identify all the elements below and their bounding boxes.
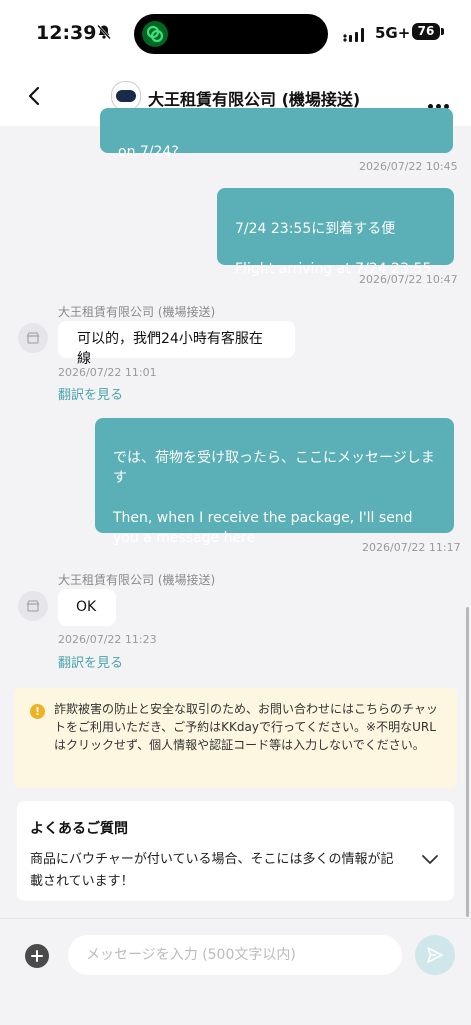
chat-title: 大王租賃有限公司 (機場接送) — [148, 90, 361, 109]
battery-tip — [441, 28, 444, 35]
translate-link[interactable]: 翻訳を見る — [58, 384, 123, 403]
company-logo — [111, 81, 141, 111]
info-icon: ! — [30, 704, 45, 719]
outgoing-message: on 7/24? — [100, 108, 453, 160]
faq-title: よくあるご質問 — [30, 821, 128, 837]
message-text: 可以的，我們24小時有客服在線 — [77, 331, 263, 367]
incoming-message: OK — [58, 589, 116, 626]
message-text: OK — [76, 599, 97, 615]
message-timestamp: 2026/07/22 10:45 — [359, 160, 458, 173]
store-icon — [26, 332, 40, 344]
incoming-message: 可以的，我們24小時有客服在線 — [58, 321, 295, 367]
plus-icon[interactable] — [25, 944, 49, 968]
faq-card[interactable]: よくあるご質問 商品にバウチャーが付いている場合、そこには多くの情報が記載されて… — [17, 801, 454, 901]
message-text: 7/24 23:55に到着する便 Flight arriving at 7/24… — [235, 221, 432, 277]
back-chevron-icon[interactable] — [24, 84, 44, 112]
message-timestamp: 2026/07/22 11:01 — [58, 366, 157, 379]
status-bar: 12:39 5G+ 76 — [0, 0, 471, 66]
battery-level: 76 — [412, 23, 440, 40]
mute-bell-icon — [96, 24, 112, 44]
chevron-down-icon[interactable] — [421, 851, 439, 870]
message-timestamp: 2026/07/22 11:17 — [362, 541, 461, 554]
message-text: では、荷物を受け取ったら、ここにメッセージします Then, when I re… — [113, 450, 435, 546]
scrollbar[interactable] — [466, 607, 469, 917]
signal-icon — [343, 27, 369, 46]
status-time: 12:39 — [36, 22, 97, 44]
sender-avatar — [18, 323, 48, 353]
translate-link[interactable]: 翻訳を見る — [58, 652, 123, 671]
sender-name: 大王租賃有限公司 (機場接送) — [58, 573, 216, 587]
message-timestamp: 2026/07/22 11:23 — [58, 633, 157, 646]
message-input[interactable] — [68, 935, 402, 975]
dynamic-island — [134, 14, 328, 54]
outgoing-message: 7/24 23:55に到着する便 Flight arriving at 7/24… — [217, 188, 454, 277]
faq-question[interactable]: 商品にバウチャーが付いている場合、そこには多くの情報が記載されています！ — [30, 849, 400, 893]
network-type: 5G+ — [375, 24, 411, 42]
send-icon[interactable] — [415, 935, 455, 975]
notice-text: 詐欺被害の防止と安全な取引のため、お問い合わせにはこちらのチャットをご利用いただ… — [54, 702, 438, 752]
message-timestamp: 2026/07/22 10:47 — [359, 273, 458, 286]
link-app-icon — [142, 21, 168, 47]
message-composer — [0, 918, 471, 1025]
sender-name: 大王租賃有限公司 (機場接送) — [58, 305, 216, 319]
store-icon — [26, 600, 40, 612]
sender-avatar — [18, 591, 48, 621]
outgoing-message: では、荷物を受け取ったら、ここにメッセージします Then, when I re… — [95, 418, 454, 546]
safety-notice: ! 詐欺被害の防止と安全な取引のため、お問い合わせにはこちらのチャットをご利用い… — [14, 688, 457, 788]
message-text: on 7/24? — [118, 144, 179, 160]
